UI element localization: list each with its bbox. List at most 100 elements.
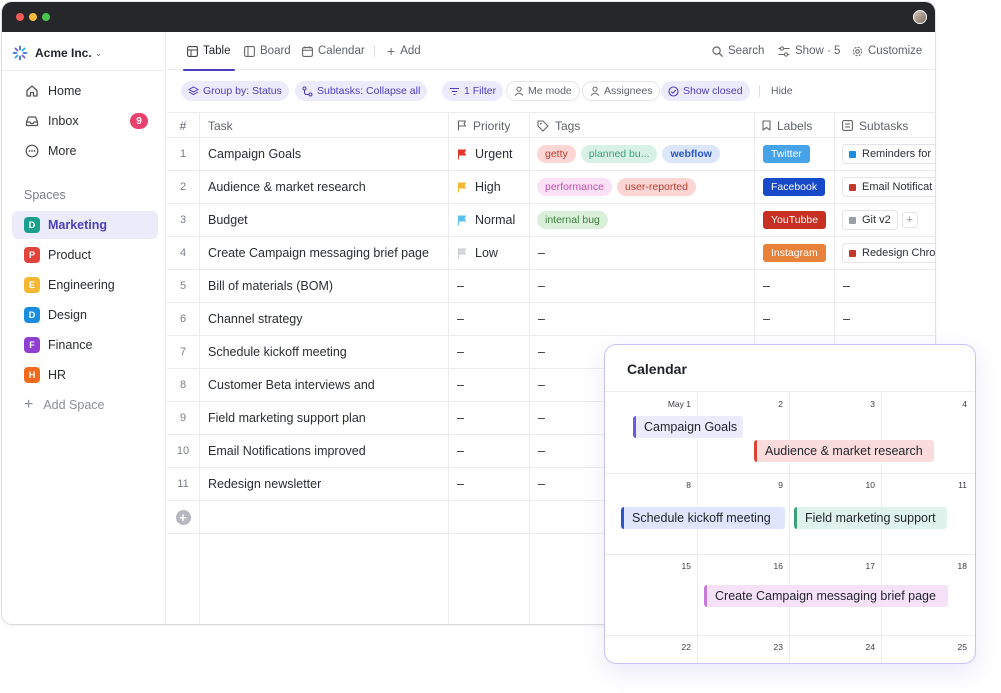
tags-cell[interactable]: – bbox=[538, 237, 545, 269]
add-space-button[interactable]: + Add Space bbox=[12, 392, 105, 418]
subtasks-cell[interactable]: Redesign Chro bbox=[842, 237, 935, 269]
column-header-priority[interactable]: Priority bbox=[457, 113, 510, 138]
calendar-event[interactable]: Campaign Goals bbox=[633, 416, 743, 438]
tag-chip[interactable]: planned bu... bbox=[580, 145, 658, 163]
calendar-day[interactable]: 3 bbox=[835, 399, 875, 409]
tag-chip[interactable]: user-reported bbox=[616, 178, 696, 196]
tab-table[interactable]: Table bbox=[183, 32, 234, 71]
column-header-task[interactable]: Task bbox=[208, 113, 233, 138]
task-name[interactable]: Email Notifications improved bbox=[208, 435, 366, 467]
subtasks-cell[interactable]: Git v2 + bbox=[842, 204, 918, 236]
task-name[interactable]: Create Campaign messaging brief page bbox=[208, 237, 429, 269]
priority-cell[interactable]: High bbox=[457, 171, 501, 203]
table-row[interactable]: 3 Budget Normal internal bug YouTubbe Gi… bbox=[167, 204, 935, 237]
priority-cell[interactable]: – bbox=[457, 336, 464, 368]
priority-cell[interactable]: – bbox=[457, 369, 464, 401]
column-header-labels[interactable]: Labels bbox=[762, 113, 812, 138]
show-button[interactable]: Show · 5 bbox=[778, 32, 840, 70]
add-task-button[interactable]: + bbox=[167, 501, 199, 533]
tag-chip[interactable]: performance bbox=[537, 178, 612, 196]
tags-cell[interactable]: – bbox=[538, 402, 545, 434]
calendar-day[interactable]: 15 bbox=[651, 561, 691, 571]
table-row[interactable]: 1 Campaign Goals Urgent getty planned bu… bbox=[167, 138, 935, 171]
label-chip[interactable]: Twitter bbox=[763, 145, 810, 163]
subtasks-cell[interactable]: Reminders for bbox=[842, 138, 935, 170]
subtask-chip[interactable]: Git v2 bbox=[842, 210, 898, 230]
tab-board[interactable]: Board bbox=[244, 32, 291, 70]
tab-calendar[interactable]: Calendar bbox=[302, 32, 365, 70]
table-row[interactable]: 6 Channel strategy – – – – bbox=[167, 303, 935, 336]
calendar-day[interactable]: 4 bbox=[927, 399, 967, 409]
calendar-day[interactable]: 18 bbox=[927, 561, 967, 571]
task-name[interactable]: Redesign newsletter bbox=[208, 468, 321, 500]
table-row[interactable]: 4 Create Campaign messaging brief page L… bbox=[167, 237, 935, 270]
space-item-finance[interactable]: F Finance bbox=[12, 331, 158, 359]
calendar-day[interactable]: 10 bbox=[835, 480, 875, 490]
show-closed-chip[interactable]: Show closed bbox=[661, 81, 750, 101]
sidebar-item-more[interactable]: More bbox=[12, 138, 158, 164]
space-item-product[interactable]: P Product bbox=[12, 241, 158, 269]
calendar-day[interactable]: 8 bbox=[651, 480, 691, 490]
tags-cell[interactable]: – bbox=[538, 468, 545, 500]
space-item-hr[interactable]: H HR bbox=[12, 361, 158, 389]
calendar-event[interactable]: Schedule kickoff meeting bbox=[621, 507, 785, 529]
task-name[interactable]: Budget bbox=[208, 204, 248, 236]
table-row[interactable]: 2 Audience & market research High perfor… bbox=[167, 171, 935, 204]
add-subtask-button[interactable]: + bbox=[901, 212, 918, 228]
task-name[interactable]: Customer Beta interviews and bbox=[208, 369, 375, 401]
tags-cell[interactable]: – bbox=[538, 336, 545, 368]
priority-cell[interactable]: Urgent bbox=[457, 138, 513, 170]
calendar-day[interactable]: 22 bbox=[651, 642, 691, 652]
subtask-chip[interactable]: Email Notificat bbox=[842, 177, 935, 197]
workspace-switcher[interactable]: Acme Inc. ⌄ bbox=[12, 42, 102, 64]
task-name[interactable]: Campaign Goals bbox=[208, 138, 301, 170]
tags-cell[interactable]: – bbox=[538, 369, 545, 401]
add-view-button[interactable]: + Add bbox=[387, 32, 421, 70]
maximize-window-button[interactable] bbox=[42, 13, 50, 21]
me-mode-chip[interactable]: Me mode bbox=[506, 81, 580, 101]
labels-cell[interactable]: YouTubbe bbox=[763, 204, 827, 236]
tags-cell[interactable]: performance user-reported bbox=[537, 171, 701, 203]
task-name[interactable]: Schedule kickoff meeting bbox=[208, 336, 347, 368]
hide-button[interactable]: Hide bbox=[764, 81, 800, 101]
calendar-day[interactable]: 23 bbox=[743, 642, 783, 652]
labels-cell[interactable]: – bbox=[763, 303, 770, 335]
task-name[interactable]: Bill of materials (BOM) bbox=[208, 270, 333, 302]
space-item-marketing[interactable]: D Marketing bbox=[12, 211, 158, 239]
space-item-engineering[interactable]: E Engineering bbox=[12, 271, 158, 299]
labels-cell[interactable]: Twitter bbox=[763, 138, 810, 170]
calendar-event[interactable]: Field marketing support bbox=[794, 507, 947, 529]
tags-cell[interactable]: – bbox=[538, 303, 545, 335]
calendar-day[interactable]: 17 bbox=[835, 561, 875, 571]
priority-cell[interactable]: – bbox=[457, 435, 464, 467]
label-chip[interactable]: Facebook bbox=[763, 178, 826, 196]
priority-cell[interactable]: – bbox=[457, 303, 464, 335]
sidebar-item-inbox[interactable]: Inbox 9 bbox=[12, 108, 158, 134]
subtask-chip[interactable]: Redesign Chro bbox=[842, 243, 935, 263]
table-row[interactable]: 5 Bill of materials (BOM) – – – – bbox=[167, 270, 935, 303]
calendar-event[interactable]: Create Campaign messaging brief page bbox=[704, 585, 948, 607]
calendar-day[interactable]: 16 bbox=[743, 561, 783, 571]
subtask-chip[interactable]: Reminders for bbox=[842, 144, 935, 164]
minimize-window-button[interactable] bbox=[29, 13, 37, 21]
subtasks-cell[interactable]: – bbox=[843, 303, 850, 335]
priority-cell[interactable]: Normal bbox=[457, 204, 515, 236]
user-avatar[interactable] bbox=[913, 10, 927, 24]
calendar-day[interactable]: 9 bbox=[743, 480, 783, 490]
tags-cell[interactable]: – bbox=[538, 435, 545, 467]
tag-chip[interactable]: webflow bbox=[662, 145, 720, 163]
customize-button[interactable]: Customize bbox=[852, 32, 922, 70]
subtasks-cell[interactable]: – bbox=[843, 270, 850, 302]
space-item-design[interactable]: D Design bbox=[12, 301, 158, 329]
task-name[interactable]: Audience & market research bbox=[208, 171, 366, 203]
column-header-tags[interactable]: Tags bbox=[537, 113, 580, 138]
task-name[interactable]: Field marketing support plan bbox=[208, 402, 366, 434]
calendar-day[interactable]: 2 bbox=[743, 399, 783, 409]
tag-chip[interactable]: internal bug bbox=[537, 211, 608, 229]
calendar-day[interactable]: 25 bbox=[927, 642, 967, 652]
assignees-chip[interactable]: Assignees bbox=[582, 81, 661, 101]
priority-cell[interactable]: – bbox=[457, 468, 464, 500]
calendar-day[interactable]: 24 bbox=[835, 642, 875, 652]
close-window-button[interactable] bbox=[16, 13, 24, 21]
subtasks-cell[interactable]: Email Notificat bbox=[842, 171, 935, 203]
